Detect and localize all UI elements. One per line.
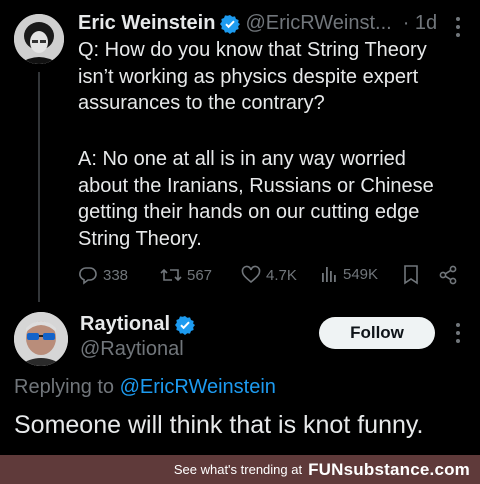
more-vertical-icon[interactable] [455,16,461,38]
author-name[interactable]: Eric Weinstein [78,12,215,35]
bookmark-icon[interactable] [403,265,419,285]
reply-header: Raytional [80,313,196,336]
reply-author-name[interactable]: Raytional [80,313,170,336]
heart-icon [241,265,261,285]
like-action[interactable]: 4.7K [241,265,297,285]
retweet-action[interactable]: 567 [160,265,212,285]
retweet-count: 567 [187,266,213,284]
replying-to-link[interactable]: @EricRWeinstein [120,376,276,398]
views-action[interactable]: 549K [320,265,378,283]
reply-icon [78,265,98,285]
like-count: 4.7K [266,266,297,284]
views-count: 549K [343,265,379,283]
footer-banner: See what's trending at FUNsubstance.com [0,455,480,484]
reply-action[interactable]: 338 [78,265,128,285]
reply-text: Someone will think that is knot funny. [14,411,424,439]
author-handle[interactable]: @EricRWeinst... [245,12,391,35]
reply-author-handle[interactable]: @Raytional [80,338,184,361]
replying-to-line: Replying to @EricRWeinstein [14,376,276,399]
retweet-icon [160,265,182,285]
footer-brand[interactable]: FUNsubstance.com [308,460,470,480]
footer-text: See what's trending at [173,462,303,477]
thread-line [38,72,40,302]
tweet-time[interactable]: · 1d [403,12,437,35]
more-vertical-icon[interactable] [455,322,461,344]
share-icon[interactable] [438,265,458,285]
verified-badge-icon [175,315,196,335]
avatar-eric[interactable] [14,14,64,64]
follow-button[interactable]: Follow [319,317,435,349]
tweet-question: Q: How do you know that String Theory is… [78,39,427,114]
avatar-raytional[interactable] [14,312,68,366]
replying-prefix: Replying to [14,376,120,398]
views-chart-icon [320,265,338,283]
tweet-answer: A: No one at all is in any way worried a… [78,148,434,250]
tweet-header: Eric Weinstein @EricRWeinst... · 1d [78,12,437,35]
reply-count: 338 [103,266,129,284]
verified-badge-icon [220,14,241,34]
